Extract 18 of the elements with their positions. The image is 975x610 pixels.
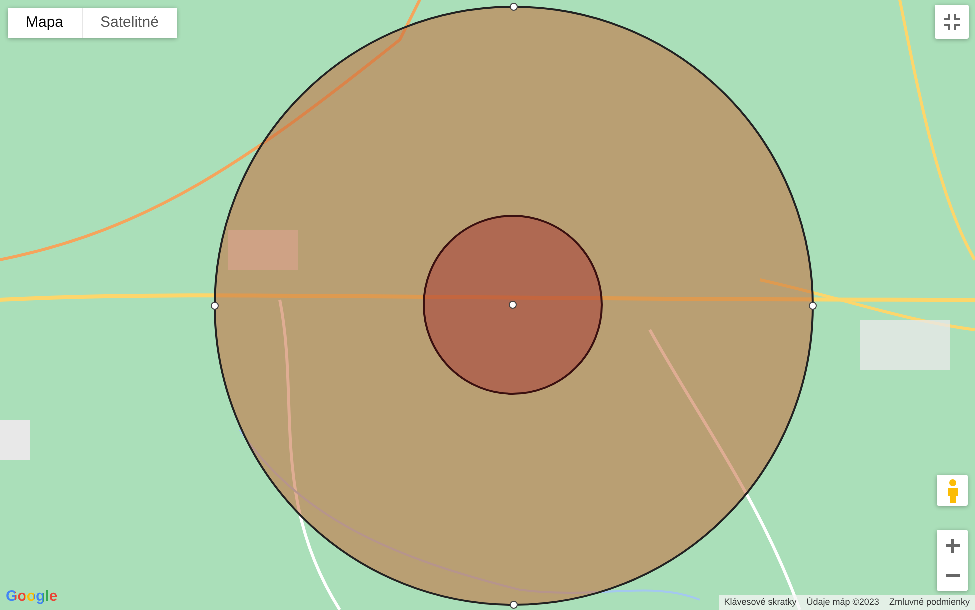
map-type-tab[interactable]: Satelitné <box>82 8 177 38</box>
fullscreen-exit-icon <box>944 14 960 30</box>
circle-handle[interactable] <box>211 302 219 310</box>
footer-link[interactable]: Zmluvné podmienky <box>884 594 975 610</box>
plus-icon <box>946 538 960 552</box>
zoom-in-button[interactable] <box>937 530 968 560</box>
minus-icon <box>946 574 960 578</box>
footer-link[interactable]: Klávesové skratky <box>719 594 802 610</box>
radius-circle[interactable] <box>423 215 603 395</box>
map-type-tab[interactable]: Mapa <box>8 8 82 38</box>
circle-handle[interactable] <box>510 3 518 11</box>
footer-link[interactable]: Údaje máp ©2023 <box>802 594 884 610</box>
fullscreen-button[interactable] <box>935 5 969 39</box>
circle-handle[interactable] <box>509 301 517 309</box>
circle-handle[interactable] <box>809 302 817 310</box>
zoom-out-button[interactable] <box>937 560 968 590</box>
circle-handle[interactable] <box>510 601 518 609</box>
person-icon <box>946 478 958 502</box>
